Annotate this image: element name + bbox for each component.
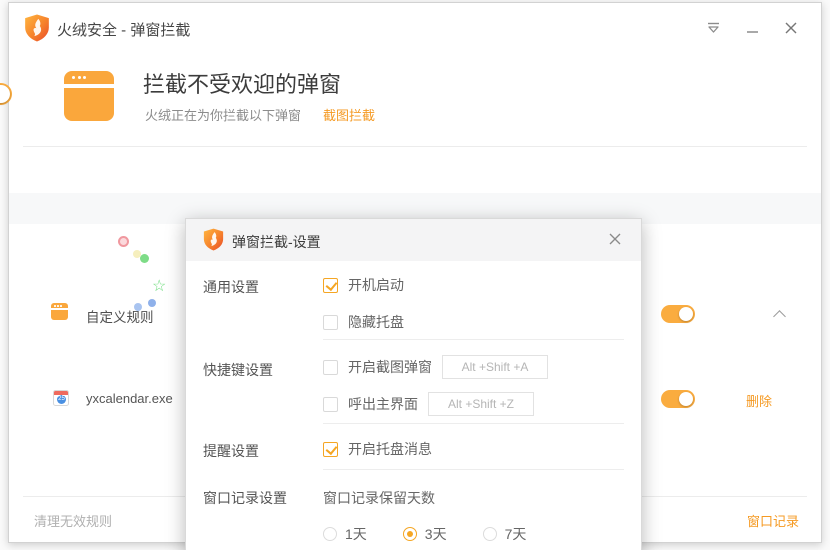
option-label: 隐藏托盘 xyxy=(348,312,404,332)
radio-icon-selected[interactable] xyxy=(403,527,417,541)
section-label-hotkeys: 快捷键设置 xyxy=(203,360,273,380)
popup-block-master-toggle[interactable] xyxy=(0,83,12,105)
calendar-app-icon: 25 xyxy=(53,390,69,406)
option-row: 开启截图弹窗 xyxy=(323,355,548,379)
section-divider xyxy=(323,469,624,470)
retention-option-7days[interactable]: 7天 xyxy=(483,524,527,544)
autostart-checkbox[interactable] xyxy=(323,278,338,293)
section-label-reminder: 提醒设置 xyxy=(203,441,259,461)
section-divider xyxy=(323,339,624,340)
collapse-chevron-up-icon[interactable] xyxy=(773,310,786,323)
option-row: 隐藏托盘 xyxy=(323,312,404,332)
settings-dialog: 弹窗拦截-设置 通用设置 开机启动 隐藏托盘 快捷键设置 开启截图弹窗 呼出主界… xyxy=(185,218,642,550)
confetti-dot-icon xyxy=(134,303,142,311)
page-subtitle: 火绒正在为你拦截以下弹窗 xyxy=(145,108,301,123)
rule-process-name: yxcalendar.exe xyxy=(86,391,173,406)
screenshot-hotkey-input[interactable] xyxy=(442,355,548,379)
hide-tray-checkbox[interactable] xyxy=(323,315,338,330)
custom-rules-icon xyxy=(51,303,68,320)
option-label: 开启截图弹窗 xyxy=(348,357,432,377)
huorong-logo-icon xyxy=(203,228,224,251)
minimize-icon[interactable] xyxy=(744,20,760,36)
confetti-dot-icon xyxy=(148,299,156,307)
option-label: 开启托盘消息 xyxy=(348,439,432,459)
screen: 火绒安全 - 弹窗拦截 拦截不受欢迎的弹窗 火绒正在为你拦截以下弹窗 截图拦截 xyxy=(0,0,830,550)
option-row: 开启托盘消息 xyxy=(323,439,432,459)
option-row: 开机启动 xyxy=(323,275,404,295)
popup-blocker-app-icon xyxy=(64,71,114,121)
show-main-ui-checkbox[interactable] xyxy=(323,397,338,412)
dialog-titlebar: 弹窗拦截-设置 xyxy=(186,219,641,261)
main-menu-icon[interactable] xyxy=(705,20,721,36)
option-row: 呼出主界面 xyxy=(323,392,534,416)
rule-toggle[interactable] xyxy=(661,390,695,408)
screenshot-popup-checkbox[interactable] xyxy=(323,360,338,375)
custom-rules-header: 自定义规则 已开启1项 xyxy=(9,147,821,193)
section-label-general: 通用设置 xyxy=(203,277,259,297)
section-label-records: 窗口记录设置 xyxy=(203,488,287,508)
confetti-dot-icon xyxy=(140,254,149,263)
section-divider xyxy=(323,423,624,424)
records-retention-hint: 窗口记录保留天数 xyxy=(323,488,435,508)
custom-rules-toggle[interactable] xyxy=(661,305,695,323)
option-label: 呼出主界面 xyxy=(348,394,418,414)
clean-invalid-rules-link[interactable]: 清理无效规则 xyxy=(34,511,112,530)
retention-radio-group: 1天 3天 7天 xyxy=(323,524,562,544)
huorong-logo-icon xyxy=(24,14,50,42)
window-records-link[interactable]: 窗口记录 xyxy=(747,511,799,530)
window-controls xyxy=(705,20,799,36)
confetti-star-icon: ☆ xyxy=(152,279,166,295)
page-title: 拦截不受欢迎的弹窗 xyxy=(143,67,341,99)
dialog-title: 弹窗拦截-设置 xyxy=(232,232,321,252)
titlebar: 火绒安全 - 弹窗拦截 xyxy=(9,3,821,53)
close-icon[interactable] xyxy=(783,20,799,36)
main-ui-hotkey-input[interactable] xyxy=(428,392,534,416)
custom-rules-title: 自定义规则 xyxy=(86,306,154,326)
retention-option-1day[interactable]: 1天 xyxy=(323,524,367,544)
retention-option-3days[interactable]: 3天 xyxy=(403,524,447,544)
screenshot-block-link[interactable]: 截图拦截 xyxy=(323,108,375,123)
window-title: 火绒安全 - 弹窗拦截 xyxy=(57,19,190,40)
confetti-flower-icon xyxy=(118,236,129,247)
option-label: 开机启动 xyxy=(348,275,404,295)
dialog-close-icon[interactable] xyxy=(606,230,624,248)
tray-message-checkbox[interactable] xyxy=(323,442,338,457)
rule-delete-button[interactable]: 删除 xyxy=(746,391,772,410)
radio-icon[interactable] xyxy=(483,527,497,541)
radio-icon[interactable] xyxy=(323,527,337,541)
